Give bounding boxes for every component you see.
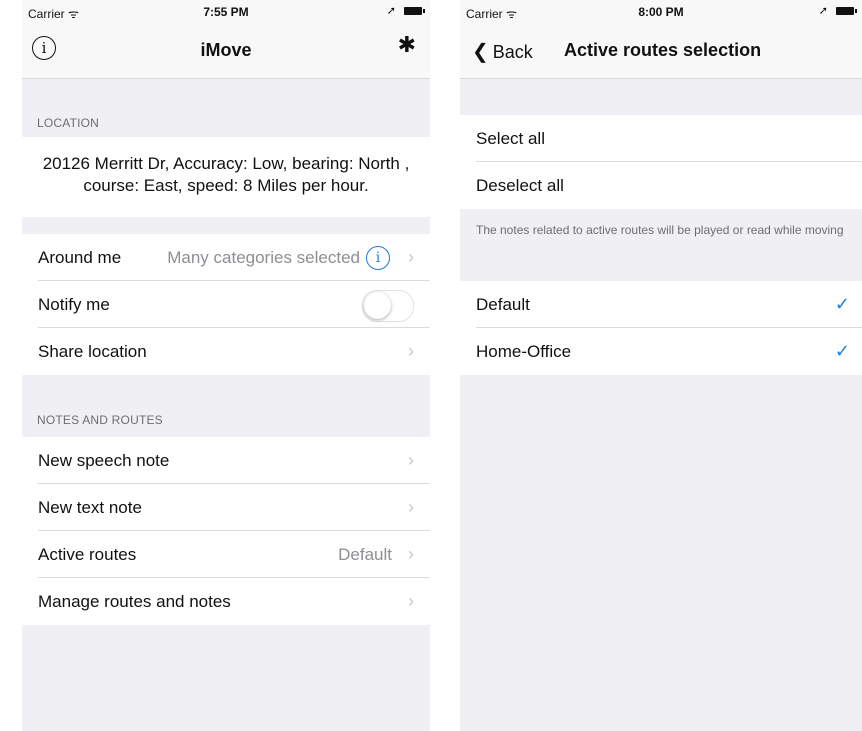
toggle-knob: [364, 292, 391, 319]
section-footer-note: The notes related to active routes will …: [476, 223, 844, 237]
clock: 7:55 PM: [203, 5, 249, 19]
chevron-right-icon: ›: [408, 544, 414, 564]
row-label: Active routes: [38, 545, 137, 564]
row-label: Select all: [476, 129, 545, 148]
row-label: Home-Office: [476, 342, 572, 361]
back-label: Back: [492, 42, 533, 62]
route-row-default[interactable]: Default ✓: [460, 281, 862, 328]
chevron-right-icon: ›: [408, 591, 414, 611]
status-bar: Carrier ᯤ 8:00 PM ➚: [460, 0, 862, 22]
battery-icon: [404, 7, 425, 15]
location-description: 20126 Merritt Dr, Accuracy: Low, bearing…: [22, 137, 430, 217]
chevron-right-icon: ›: [408, 247, 414, 267]
clock: 8:00 PM: [638, 5, 684, 19]
main-screen: Carrier ᯤ 7:55 PM ➚ i iMove ✱ LOCATION 2…: [22, 0, 430, 731]
row-detail: Default: [338, 545, 392, 564]
location-arrow-icon: ➚: [386, 5, 396, 17]
row-label: Default: [476, 295, 530, 314]
row-label: Deselect all: [476, 176, 564, 195]
status-bar: Carrier ᯤ 7:55 PM ➚: [22, 0, 430, 22]
page-title: Active routes selection: [564, 40, 762, 60]
chevron-left-icon: ❮: [472, 41, 489, 63]
nav-bar: ❮ Back Active routes selection: [460, 22, 862, 79]
new-speech-note-row[interactable]: New speech note ›: [22, 437, 430, 484]
new-text-note-row[interactable]: New text note ›: [22, 484, 430, 531]
select-all-row[interactable]: Select all: [460, 115, 862, 162]
around-me-row[interactable]: Around me Many categories selected i ›: [22, 234, 430, 281]
chevron-right-icon: ›: [408, 450, 414, 470]
manage-routes-row[interactable]: Manage routes and notes ›: [22, 578, 430, 625]
notify-me-row: Notify me: [22, 281, 430, 328]
row-label: New text note: [38, 498, 142, 517]
deselect-all-row[interactable]: Deselect all: [460, 162, 862, 209]
location-text: 20126 Merritt Dr, Accuracy: Low, bearing…: [42, 154, 410, 195]
page-title: iMove: [200, 40, 252, 60]
section-header-location: LOCATION: [37, 116, 100, 130]
section-header-notes: NOTES AND ROUTES: [37, 413, 163, 427]
gear-icon[interactable]: ✱: [398, 33, 416, 57]
checkmark-icon: ✓: [834, 341, 850, 361]
share-location-row[interactable]: Share location ›: [22, 328, 430, 375]
chevron-right-icon: ›: [408, 497, 414, 517]
row-label: Around me: [38, 248, 122, 267]
checkmark-icon: ✓: [834, 294, 850, 314]
location-arrow-icon: ➚: [818, 5, 828, 17]
active-routes-screen: Carrier ᯤ 8:00 PM ➚ ❮ Back Active routes …: [460, 0, 862, 731]
chevron-right-icon: ›: [408, 341, 414, 361]
row-label: Share location: [38, 342, 147, 361]
route-row-home-office[interactable]: Home-Office ✓: [460, 328, 862, 375]
nav-bar: i iMove ✱: [22, 22, 430, 79]
row-label: Manage routes and notes: [38, 592, 231, 611]
battery-icon: [836, 7, 857, 15]
row-detail: Many categories selected: [167, 248, 360, 267]
row-label: Notify me: [38, 295, 110, 314]
row-label: New speech note: [38, 451, 170, 470]
info-icon[interactable]: i: [366, 246, 390, 270]
notify-toggle[interactable]: [362, 290, 414, 322]
back-button[interactable]: ❮ Back: [472, 39, 533, 64]
active-routes-row[interactable]: Active routes Default ›: [22, 531, 430, 578]
